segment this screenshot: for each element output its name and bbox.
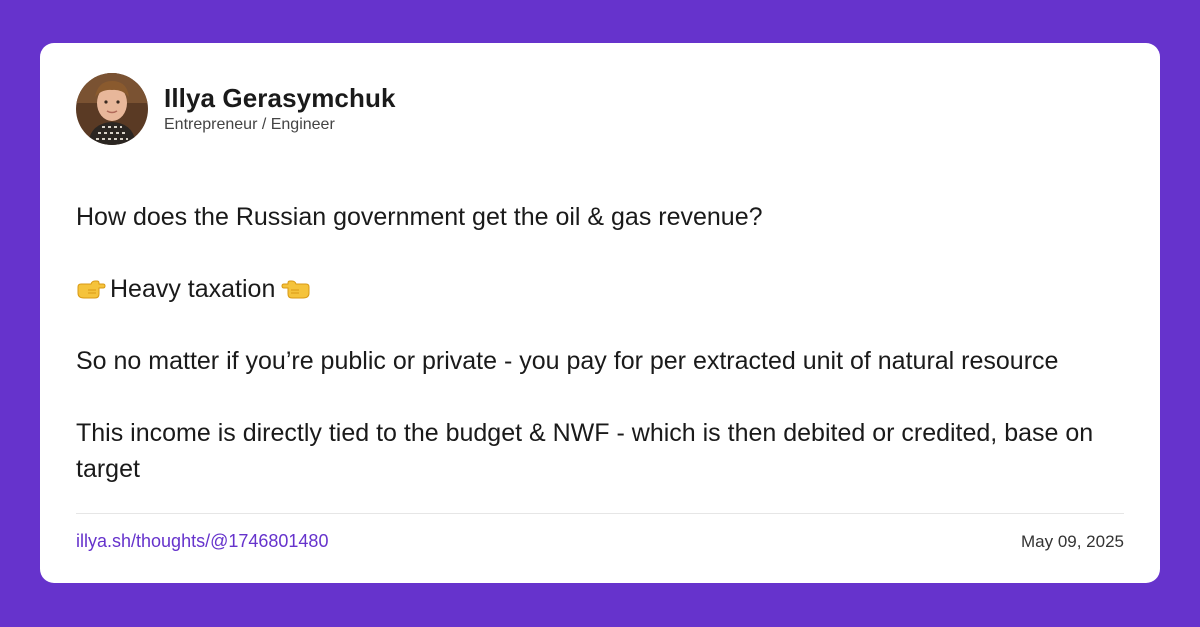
avatar xyxy=(76,73,148,145)
post-highlight-line: Heavy taxation xyxy=(76,271,1116,307)
post-body: How does the Russian government get the … xyxy=(76,199,1116,503)
author-role: Entrepreneur / Engineer xyxy=(164,116,335,133)
post-question: How does the Russian government get the … xyxy=(76,203,763,231)
post-paragraph-2: This income is directly tied to the budg… xyxy=(76,419,1094,483)
avatar-photo-icon xyxy=(76,73,148,145)
pointing-right-icon xyxy=(76,278,106,300)
pointing-left-icon xyxy=(281,278,311,300)
author-text: Illya Gerasymchuk Entrepreneur / Enginee… xyxy=(164,83,396,135)
post-date: May 09, 2025 xyxy=(1020,532,1124,551)
footer-divider xyxy=(76,513,1124,514)
author-name: Illya Gerasymchuk xyxy=(164,83,396,113)
post-paragraph-1: So no matter if you’re public or private… xyxy=(76,347,1059,375)
author-header: Illya Gerasymchuk Entrepreneur / Enginee… xyxy=(76,73,396,145)
post-card: Illya Gerasymchuk Entrepreneur / Enginee… xyxy=(40,43,1160,583)
post-highlight: Heavy taxation xyxy=(110,275,276,303)
post-permalink[interactable]: illya.sh/thoughts/@1746801480 xyxy=(76,530,328,552)
